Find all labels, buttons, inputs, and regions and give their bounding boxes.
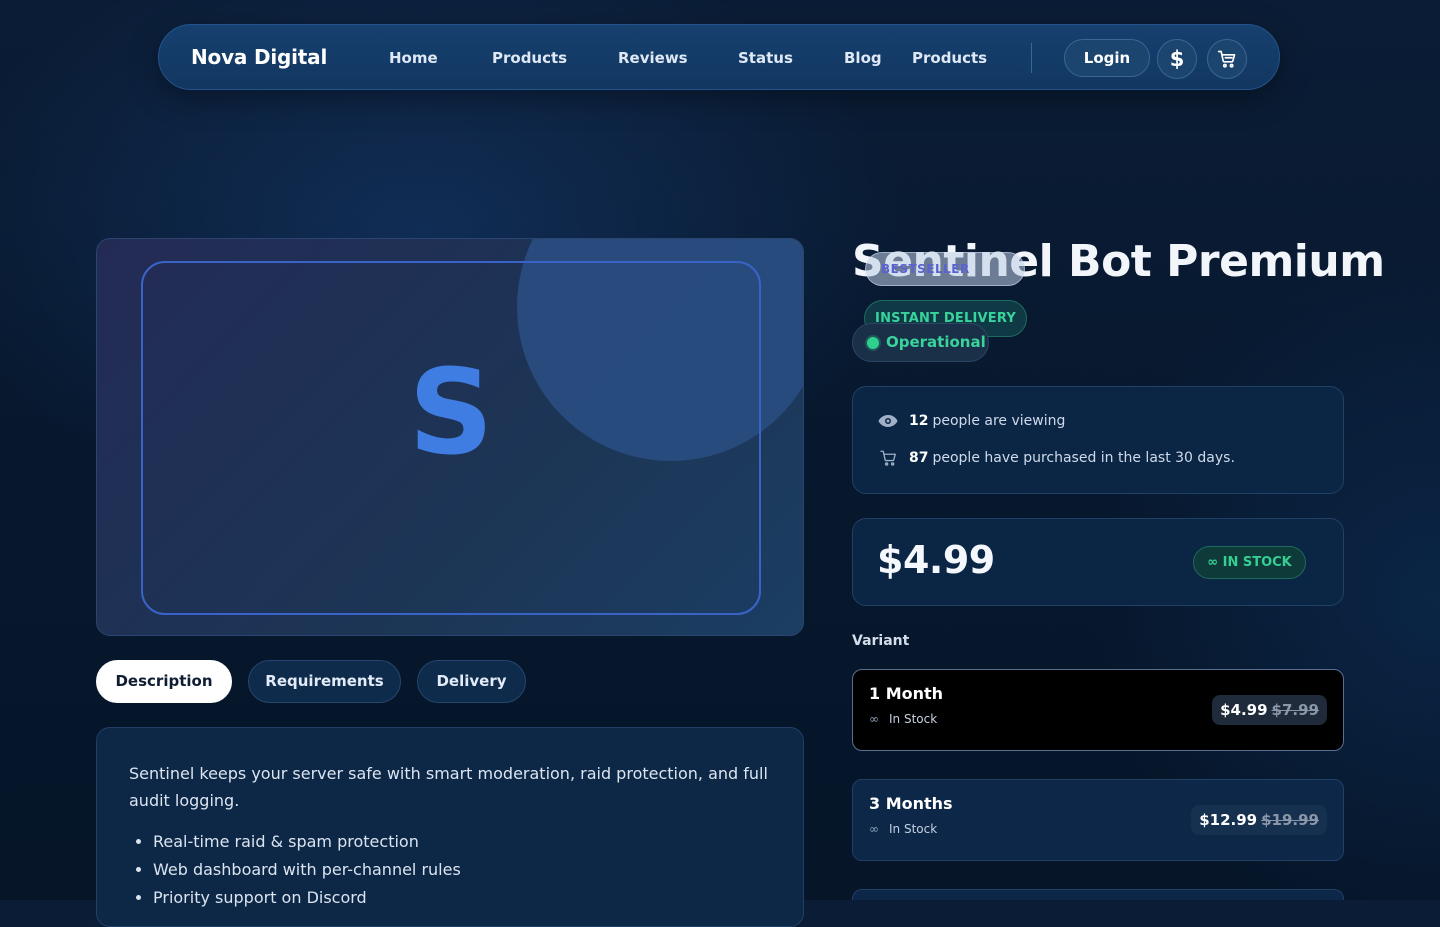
brand-logo[interactable]: Nova Digital — [191, 45, 327, 69]
stock-badge: ∞ IN STOCK — [1193, 546, 1306, 579]
feature-item: Real-time raid & spam protection — [153, 828, 461, 856]
variant-price: $4.99 $7.99 — [1212, 695, 1327, 725]
product-image-letter: S — [408, 343, 494, 481]
cart-button[interactable] — [1207, 39, 1247, 79]
currency-button[interactable]: $ — [1157, 39, 1197, 79]
variant-label: Variant — [852, 633, 910, 649]
tab-delivery[interactable]: Delivery — [417, 660, 526, 703]
status-dot-icon — [867, 337, 879, 349]
variant-option-1-month[interactable]: 1 Month ∞ In Stock $4.99 $7.99 — [852, 669, 1344, 751]
infinity-icon: ∞ — [1207, 555, 1219, 570]
bestseller-badge: BESTSELLER — [865, 252, 1025, 286]
price: $4.99 — [877, 538, 995, 582]
nav-link-home[interactable]: Home — [389, 49, 438, 67]
feature-item: Web dashboard with per-channel rules — [153, 856, 461, 884]
viewing-text: people are viewing — [932, 413, 1066, 429]
tab-requirements[interactable]: Requirements — [248, 660, 401, 703]
variant-option-3-months[interactable]: 3 Months ∞ In Stock $12.99 $19.99 — [852, 779, 1344, 861]
nav-link-products[interactable]: Products — [492, 49, 567, 67]
tab-description[interactable]: Description — [96, 660, 232, 703]
feature-list: Real-time raid & spam protection Web das… — [129, 828, 461, 912]
infinity-icon: ∞ — [869, 822, 879, 836]
purchased-count: 87 — [909, 450, 929, 466]
nav-link-products-secondary[interactable]: Products — [912, 49, 987, 67]
variant-option-next[interactable] — [852, 889, 1344, 900]
purchased-row: 87 people have purchased in the last 30 … — [877, 449, 1235, 467]
variant-stock: ∞ In Stock — [869, 822, 937, 836]
purchased-text: people have purchased in the last 30 day… — [932, 450, 1235, 466]
status-label: Operational — [886, 333, 986, 351]
price-card: $4.99 ∞ IN STOCK — [852, 518, 1344, 606]
viewing-row: 12 people are viewing — [877, 412, 1065, 430]
variant-stock-label: In Stock — [889, 822, 938, 836]
description-text: Sentinel keeps your server safe with sma… — [129, 764, 768, 810]
stock-label: IN STOCK — [1222, 555, 1292, 570]
variant-stock: ∞ In Stock — [869, 712, 937, 726]
eye-icon — [877, 412, 899, 430]
variant-price-old: $7.99 — [1271, 701, 1319, 719]
status-badge: Operational — [852, 323, 989, 362]
infinity-icon: ∞ — [869, 712, 879, 726]
nav-link-blog[interactable]: Blog — [844, 49, 882, 67]
nav-divider — [1031, 43, 1032, 73]
viewing-count: 12 — [909, 413, 929, 429]
variant-price-current: $4.99 — [1220, 701, 1268, 719]
cart-icon — [877, 449, 899, 467]
nav-link-status[interactable]: Status — [738, 49, 793, 67]
top-navbar: Nova Digital Home Products Reviews Statu… — [158, 24, 1280, 90]
variant-price-old: $19.99 — [1261, 811, 1319, 829]
login-button[interactable]: Login — [1064, 39, 1150, 77]
variant-price: $12.99 $19.99 — [1191, 805, 1327, 835]
nav-link-reviews[interactable]: Reviews — [618, 49, 688, 67]
description-panel: Sentinel keeps your server safe with sma… — [96, 727, 804, 927]
dollar-icon: $ — [1169, 47, 1185, 71]
cart-icon — [1217, 50, 1236, 68]
variant-name: 3 Months — [869, 794, 953, 813]
feature-item: Priority support on Discord — [153, 884, 461, 912]
variant-name: 1 Month — [869, 684, 944, 703]
product-image: S — [96, 238, 804, 636]
variant-stock-label: In Stock — [889, 712, 938, 726]
variant-price-current: $12.99 — [1199, 811, 1258, 829]
social-proof-card: 12 people are viewing 87 people have pur… — [852, 386, 1344, 494]
